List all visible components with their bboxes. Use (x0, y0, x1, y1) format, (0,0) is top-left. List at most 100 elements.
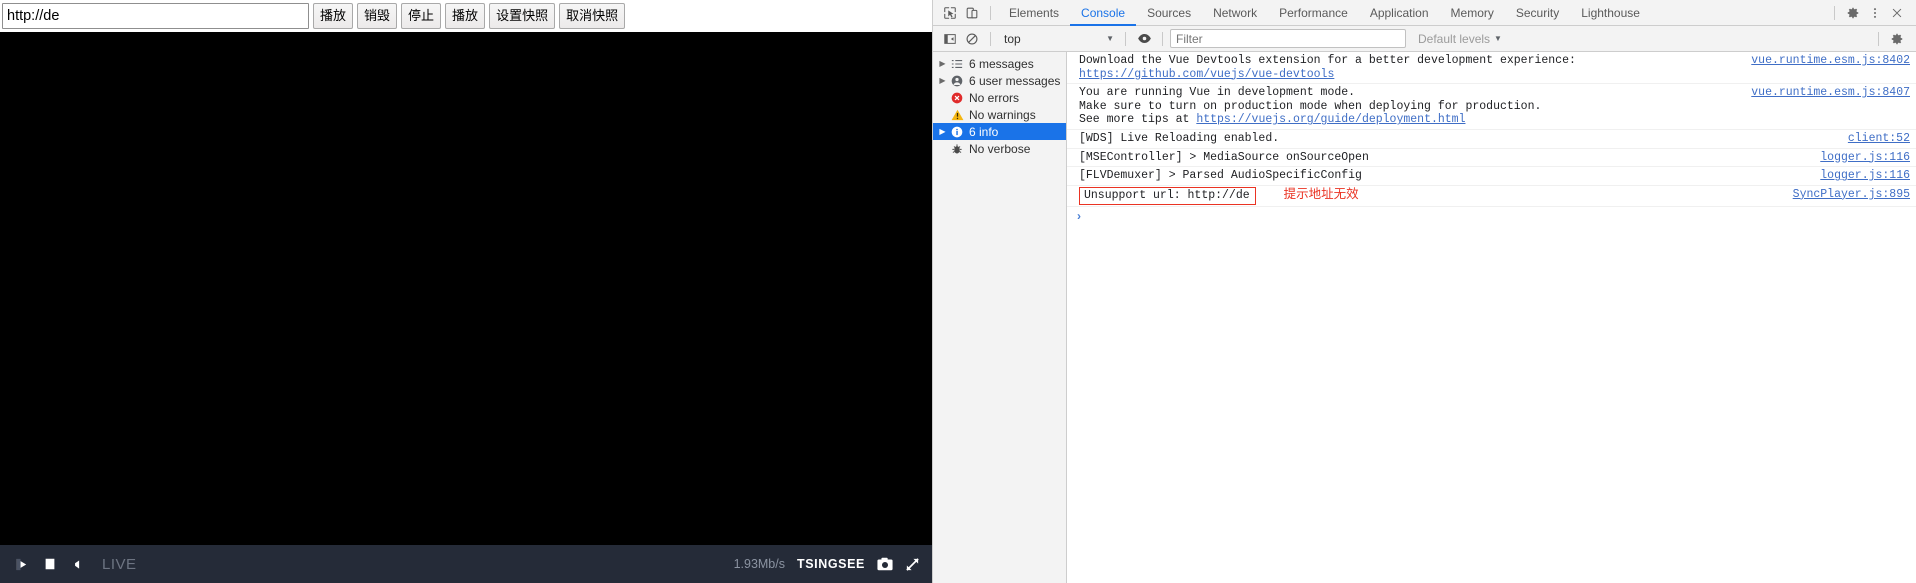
tab-elements[interactable]: Elements (998, 0, 1070, 26)
gear-icon-console[interactable] (1886, 28, 1908, 50)
console-message-source-2[interactable]: vue.runtime.esm.js:8407 (1751, 86, 1910, 100)
console-sidebar-icon[interactable] (939, 28, 961, 50)
expand-arrow-icon[interactable]: ▶ (937, 59, 948, 68)
stream-url-input[interactable] (2, 3, 309, 29)
sidebar-label-info: 6 info (969, 124, 999, 139)
console-message-source-4[interactable]: logger.js:116 (1820, 151, 1910, 165)
sidebar-item-verbose[interactable]: No verbose (933, 140, 1066, 157)
close-icon[interactable] (1886, 2, 1908, 24)
chevron-down-icon: ▼ (1106, 34, 1114, 43)
device-toolbar-icon[interactable] (961, 2, 983, 24)
console-sidebar: ▶ 6 messages ▶ 6 user messages No errors… (933, 52, 1067, 583)
log-levels-label: Default levels (1418, 31, 1491, 46)
camera-icon[interactable] (877, 557, 893, 571)
warning-icon (948, 109, 966, 121)
tab-memory[interactable]: Memory (1440, 0, 1505, 26)
expand-arrow-icon-2[interactable]: ▶ (937, 76, 948, 85)
console-message-list[interactable]: Download the Vue Devtools extension for … (1067, 52, 1916, 583)
message-link-1[interactable]: https://github.com/vuejs/vue-devtools (1079, 68, 1334, 81)
toolbar-divider-2 (1834, 5, 1835, 20)
console-message-text-6: Unsupport url: http://de 提示地址无效 (1079, 186, 1779, 206)
toolbar-divider (990, 5, 991, 20)
stop-icon[interactable] (43, 557, 57, 571)
console-toolbar-right (1871, 28, 1912, 50)
bug-icon (948, 143, 966, 155)
stop-button[interactable]: 停止 (401, 3, 442, 29)
console-message-mse: [MSEController] > MediaSource onSourceOp… (1067, 149, 1916, 168)
message-line-2b: Make sure to turn on production mode whe… (1079, 99, 1542, 113)
console-toolbar-divider-2 (1125, 31, 1126, 46)
player-right-controls: 1.93Mb/s TSINGSEE (734, 557, 920, 572)
console-message-unsupport-url: Unsupport url: http://de 提示地址无效 SyncPlaye… (1067, 186, 1916, 208)
clear-console-icon[interactable] (961, 28, 983, 50)
screen-root: 播放 销毁 停止 播放 设置快照 取消快照 (0, 0, 1916, 583)
console-message-text: Download the Vue Devtools extension for … (1079, 54, 1737, 81)
sidebar-item-warnings[interactable]: No warnings (933, 106, 1066, 123)
player-url-bar: 播放 销毁 停止 播放 设置快照 取消快照 (0, 0, 932, 31)
console-message-flv: [FLVDemuxer] > Parsed AudioSpecificConfi… (1067, 167, 1916, 186)
console-message-text-5: [FLVDemuxer] > Parsed AudioSpecificConfi… (1079, 169, 1362, 183)
console-message-source-3[interactable]: client:52 (1848, 132, 1910, 146)
message-line-1: Download the Vue Devtools extension for … (1079, 54, 1576, 67)
message-link-2[interactable]: https://vuejs.org/guide/deployment.html (1196, 113, 1465, 126)
play-button[interactable]: 播放 (313, 3, 354, 29)
console-message-source-5[interactable]: logger.js:116 (1820, 169, 1910, 183)
video-surface[interactable] (0, 32, 932, 545)
console-prompt[interactable]: › (1067, 207, 1916, 224)
log-levels-select[interactable]: Default levels ▼ (1418, 32, 1502, 46)
volume-icon[interactable] (71, 558, 84, 571)
sidebar-label-warnings: No warnings (969, 107, 1036, 122)
play-button-2[interactable]: 播放 (445, 3, 486, 29)
live-label: LIVE (102, 555, 137, 573)
console-body: ▶ 6 messages ▶ 6 user messages No errors… (933, 52, 1916, 583)
sidebar-item-errors[interactable]: No errors (933, 89, 1066, 106)
devtools-panel: Elements Console Sources Network Perform… (932, 0, 1916, 583)
video-player[interactable]: LIVE 1.93Mb/s TSINGSEE (0, 32, 932, 583)
sidebar-label-verbose: No verbose (969, 141, 1031, 156)
web-page-pane: 播放 销毁 停止 播放 设置快照 取消快照 (0, 0, 932, 583)
player-control-bar: LIVE 1.93Mb/s TSINGSEE (0, 545, 932, 583)
tab-lighthouse[interactable]: Lighthouse (1570, 0, 1651, 26)
set-snapshot-button[interactable]: 设置快照 (489, 3, 556, 29)
console-toolbar: top ▼ Default levels ▼ (933, 26, 1916, 52)
sidebar-item-messages[interactable]: ▶ 6 messages (933, 55, 1066, 72)
console-message-vue-devtools: Download the Vue Devtools extension for … (1067, 52, 1916, 85)
devtools-tab-list: Elements Console Sources Network Perform… (998, 0, 1651, 26)
tab-network[interactable]: Network (1202, 0, 1268, 26)
console-filter-input[interactable] (1170, 29, 1406, 48)
message-line-2c: See more tips at (1079, 113, 1197, 127)
kebab-menu-icon[interactable] (1864, 2, 1886, 24)
play-icon[interactable] (14, 557, 29, 572)
destroy-button[interactable]: 销毁 (357, 3, 398, 29)
inspect-element-icon[interactable] (939, 2, 961, 24)
fullscreen-icon[interactable] (905, 557, 920, 572)
tab-performance[interactable]: Performance (1268, 0, 1359, 26)
error-icon (948, 92, 966, 104)
console-toolbar-divider-3 (1162, 31, 1163, 46)
tab-sources[interactable]: Sources (1136, 0, 1202, 26)
tab-console[interactable]: Console (1070, 0, 1136, 26)
gear-icon[interactable] (1842, 2, 1864, 24)
tab-application[interactable]: Application (1359, 0, 1440, 26)
console-message-text-2: You are running Vue in development mode.… (1079, 86, 1737, 127)
highlighted-error-text: Unsupport url: http://de (1079, 186, 1256, 206)
message-line-2a: You are running Vue in development mode. (1079, 86, 1356, 100)
console-toolbar-divider-4 (1878, 31, 1879, 46)
cancel-snapshot-button[interactable]: 取消快照 (559, 3, 626, 29)
console-message-source-6[interactable]: SyncPlayer.js:895 (1793, 188, 1910, 202)
tab-security[interactable]: Security (1505, 0, 1570, 26)
live-expression-icon[interactable] (1133, 28, 1155, 50)
execution-context-select[interactable]: top ▼ (998, 32, 1118, 46)
console-message-vue-devmode: You are running Vue in development mode.… (1067, 84, 1916, 130)
console-message-text-3: [WDS] Live Reloading enabled. (1079, 131, 1280, 145)
devtools-tabbar-right (1827, 2, 1912, 24)
annotation-label: 提示地址无效 (1283, 186, 1359, 201)
bitrate-label: 1.93Mb/s (733, 557, 785, 571)
execution-context-value: top (1004, 31, 1021, 46)
console-message-source[interactable]: vue.runtime.esm.js:8402 (1751, 54, 1910, 68)
devtools-tabbar: Elements Console Sources Network Perform… (933, 0, 1916, 26)
sidebar-item-info[interactable]: ▶ 6 info (933, 123, 1066, 140)
expand-arrow-icon-3[interactable]: ▶ (937, 127, 948, 136)
sidebar-item-user-messages[interactable]: ▶ 6 user messages (933, 72, 1066, 89)
list-icon (948, 58, 966, 70)
